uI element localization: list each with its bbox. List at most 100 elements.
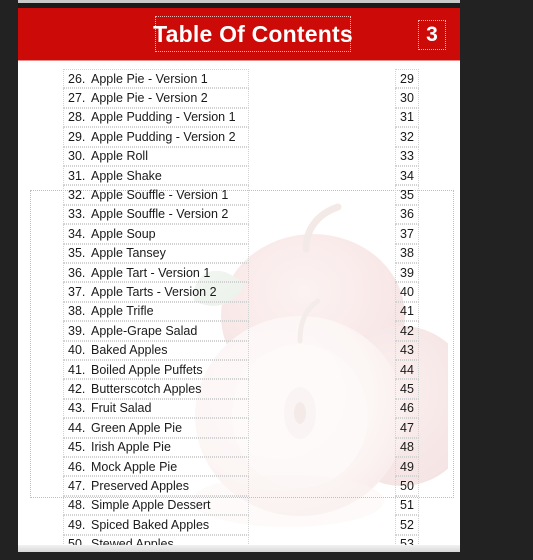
toc-row: 26. Apple Pie - Version 1 29 (18, 69, 460, 89)
toc-entry-number: 32. (68, 188, 86, 203)
toc-entry-textbox[interactable]: 49. Spiced Baked Apples (63, 515, 249, 535)
toc-entry-number: 26. (68, 71, 86, 86)
toc-entry-page-number: 51 (400, 498, 414, 513)
page-number-textbox[interactable]: 3 (418, 20, 446, 50)
toc-entry-textbox[interactable]: 42. Butterscotch Apples (63, 379, 249, 399)
toc-entry-textbox[interactable]: 37. Apple Tarts - Version 2 (63, 282, 249, 302)
toc-entry-textbox[interactable]: 44. Green Apple Pie (63, 418, 249, 438)
toc-entry-title: Apple Tart - Version 1 (91, 265, 211, 280)
toc-entry-page-textbox[interactable]: 42 (395, 321, 419, 341)
toc-entry-page-textbox[interactable]: 45 (395, 379, 419, 399)
page-title: Table Of Contents (153, 20, 353, 47)
toc-entry-title: Apple Pudding - Version 1 (91, 110, 236, 125)
toc-entry-textbox[interactable]: 48. Simple Apple Dessert (63, 495, 249, 516)
toc-entry-page-textbox[interactable]: 37 (395, 224, 419, 244)
toc-entry-number: 47. (68, 479, 86, 494)
toc-row: 38. Apple Trifle 41 (18, 301, 460, 322)
toc-entry-page-textbox[interactable]: 52 (395, 515, 419, 535)
toc-row: 40. Baked Apples 43 (18, 340, 460, 360)
toc-entry-page-textbox[interactable]: 48 (395, 437, 419, 457)
toc-entry-page-textbox[interactable]: 36 (395, 204, 419, 225)
toc-entry-title: Apple Pie - Version 2 (91, 91, 208, 106)
toc-entry-page-number: 41 (400, 304, 414, 319)
toc-entry-page-textbox[interactable]: 31 (395, 107, 419, 128)
toc-entry-number: 36. (68, 265, 86, 280)
page-bottom-edge (18, 545, 460, 552)
toc-entry-textbox[interactable]: 32. Apple Souffle - Version 1 (63, 185, 249, 205)
toc-entry-page-textbox[interactable]: 34 (395, 166, 419, 186)
toc-entry-number: 38. (68, 304, 86, 319)
toc-entry-page-number: 40 (400, 285, 414, 300)
toc-row: 32. Apple Souffle - Version 1 35 (18, 185, 460, 205)
toc-entry-page-number: 48 (400, 440, 414, 455)
toc-entry-textbox[interactable]: 38. Apple Trifle (63, 301, 249, 322)
toc-entry-page-number: 33 (400, 149, 414, 164)
toc-entry-page-textbox[interactable]: 47 (395, 418, 419, 438)
toc-entry-textbox[interactable]: 36. Apple Tart - Version 1 (63, 263, 249, 283)
toc-entry-textbox[interactable]: 35. Apple Tansey (63, 243, 249, 263)
toc-entry-textbox[interactable]: 43. Fruit Salad (63, 398, 249, 419)
toc-entry-textbox[interactable]: 27. Apple Pie - Version 2 (63, 88, 249, 108)
toc-row: 30. Apple Roll 33 (18, 146, 460, 166)
toc-entry-textbox[interactable]: 31. Apple Shake (63, 166, 249, 186)
toc-entry-textbox[interactable]: 30. Apple Roll (63, 146, 249, 166)
toc-row: 42. Butterscotch Apples 45 (18, 379, 460, 399)
toc-entry-textbox[interactable]: 29. Apple Pudding - Version 2 (63, 127, 249, 147)
toc-entry-title: Baked Apples (91, 343, 168, 358)
toc-entry-page-number: 35 (400, 188, 414, 203)
toc-entry-textbox[interactable]: 28. Apple Pudding - Version 1 (63, 107, 249, 128)
toc-entry-textbox[interactable]: 33. Apple Souffle - Version 2 (63, 204, 249, 225)
toc-row: 33. Apple Souffle - Version 2 36 (18, 204, 460, 225)
toc-row: 45. Irish Apple Pie 48 (18, 437, 460, 457)
toc-entry-textbox[interactable]: 39. Apple-Grape Salad (63, 321, 249, 341)
toc-entry-page-textbox[interactable]: 39 (395, 263, 419, 283)
toc-row: 36. Apple Tart - Version 1 39 (18, 263, 460, 283)
toc-entry-page-textbox[interactable]: 41 (395, 301, 419, 322)
toc-entry-textbox[interactable]: 26. Apple Pie - Version 1 (63, 69, 249, 89)
toc-entry-textbox[interactable]: 45. Irish Apple Pie (63, 437, 249, 457)
toc-entry-textbox[interactable]: 41. Boiled Apple Puffets (63, 360, 249, 380)
toc-entry-textbox[interactable]: 40. Baked Apples (63, 340, 249, 360)
toc-row: 46. Mock Apple Pie 49 (18, 457, 460, 477)
toc-row: 37. Apple Tarts - Version 2 40 (18, 282, 460, 302)
toc-entry-page-textbox[interactable]: 40 (395, 282, 419, 302)
toc-entry-page-textbox[interactable]: 46 (395, 398, 419, 419)
toc-entry-number: 40. (68, 343, 86, 358)
toc-row: 44. Green Apple Pie 47 (18, 418, 460, 438)
toc-entry-title: Apple Tansey (91, 246, 166, 261)
toc-entry-title: Apple Souffle - Version 1 (91, 188, 229, 203)
toc-entry-page-textbox[interactable]: 51 (395, 495, 419, 516)
toc-entry-title: Spiced Baked Apples (91, 517, 210, 532)
toc-entry-textbox[interactable]: 46. Mock Apple Pie (63, 457, 249, 477)
toc-entry-page-textbox[interactable]: 49 (395, 457, 419, 477)
toc-entry-page-textbox[interactable]: 29 (395, 69, 419, 89)
toc-entry-page-textbox[interactable]: 44 (395, 360, 419, 380)
toc-entry-number: 45. (68, 440, 86, 455)
toc-entry-number: 34. (68, 226, 86, 241)
toc-entry-textbox[interactable]: 34. Apple Soup (63, 224, 249, 244)
toc-row: 31. Apple Shake 34 (18, 166, 460, 186)
toc-entry-page-number: 43 (400, 343, 414, 358)
toc-entry-number: 44. (68, 420, 86, 435)
toc-entry-title: Irish Apple Pie (91, 440, 171, 455)
toc-entry-page-number: 46 (400, 401, 414, 416)
toc-entry-textbox[interactable]: 47. Preserved Apples (63, 476, 249, 496)
toc-row: 35. Apple Tansey 38 (18, 243, 460, 263)
toc-entry-page-number: 49 (400, 459, 414, 474)
toc-entry-title: Apple Roll (91, 149, 148, 164)
toc-entry-page-textbox[interactable]: 43 (395, 340, 419, 360)
toc-entry-page-textbox[interactable]: 50 (395, 476, 419, 496)
toc-entry-title: Apple Soup (91, 226, 156, 241)
toc-entry-page-textbox[interactable]: 35 (395, 185, 419, 205)
toc-entry-number: 35. (68, 246, 86, 261)
toc-entry-page-textbox[interactable]: 38 (395, 243, 419, 263)
toc-entry-number: 49. (68, 517, 86, 532)
toc-entry-page-textbox[interactable]: 32 (395, 127, 419, 147)
toc-entry-page-textbox[interactable]: 33 (395, 146, 419, 166)
slide-page[interactable]: Table Of Contents 3 26. Apple Pie - Vers… (18, 8, 460, 552)
toc-entry-page-textbox[interactable]: 30 (395, 88, 419, 108)
title-textbox[interactable]: Table Of Contents (153, 16, 353, 52)
toc-entry-title: Apple Tarts - Version 2 (91, 285, 217, 300)
toc-entry-title: Mock Apple Pie (91, 459, 178, 474)
toc-entry-page-number: 30 (400, 91, 414, 106)
